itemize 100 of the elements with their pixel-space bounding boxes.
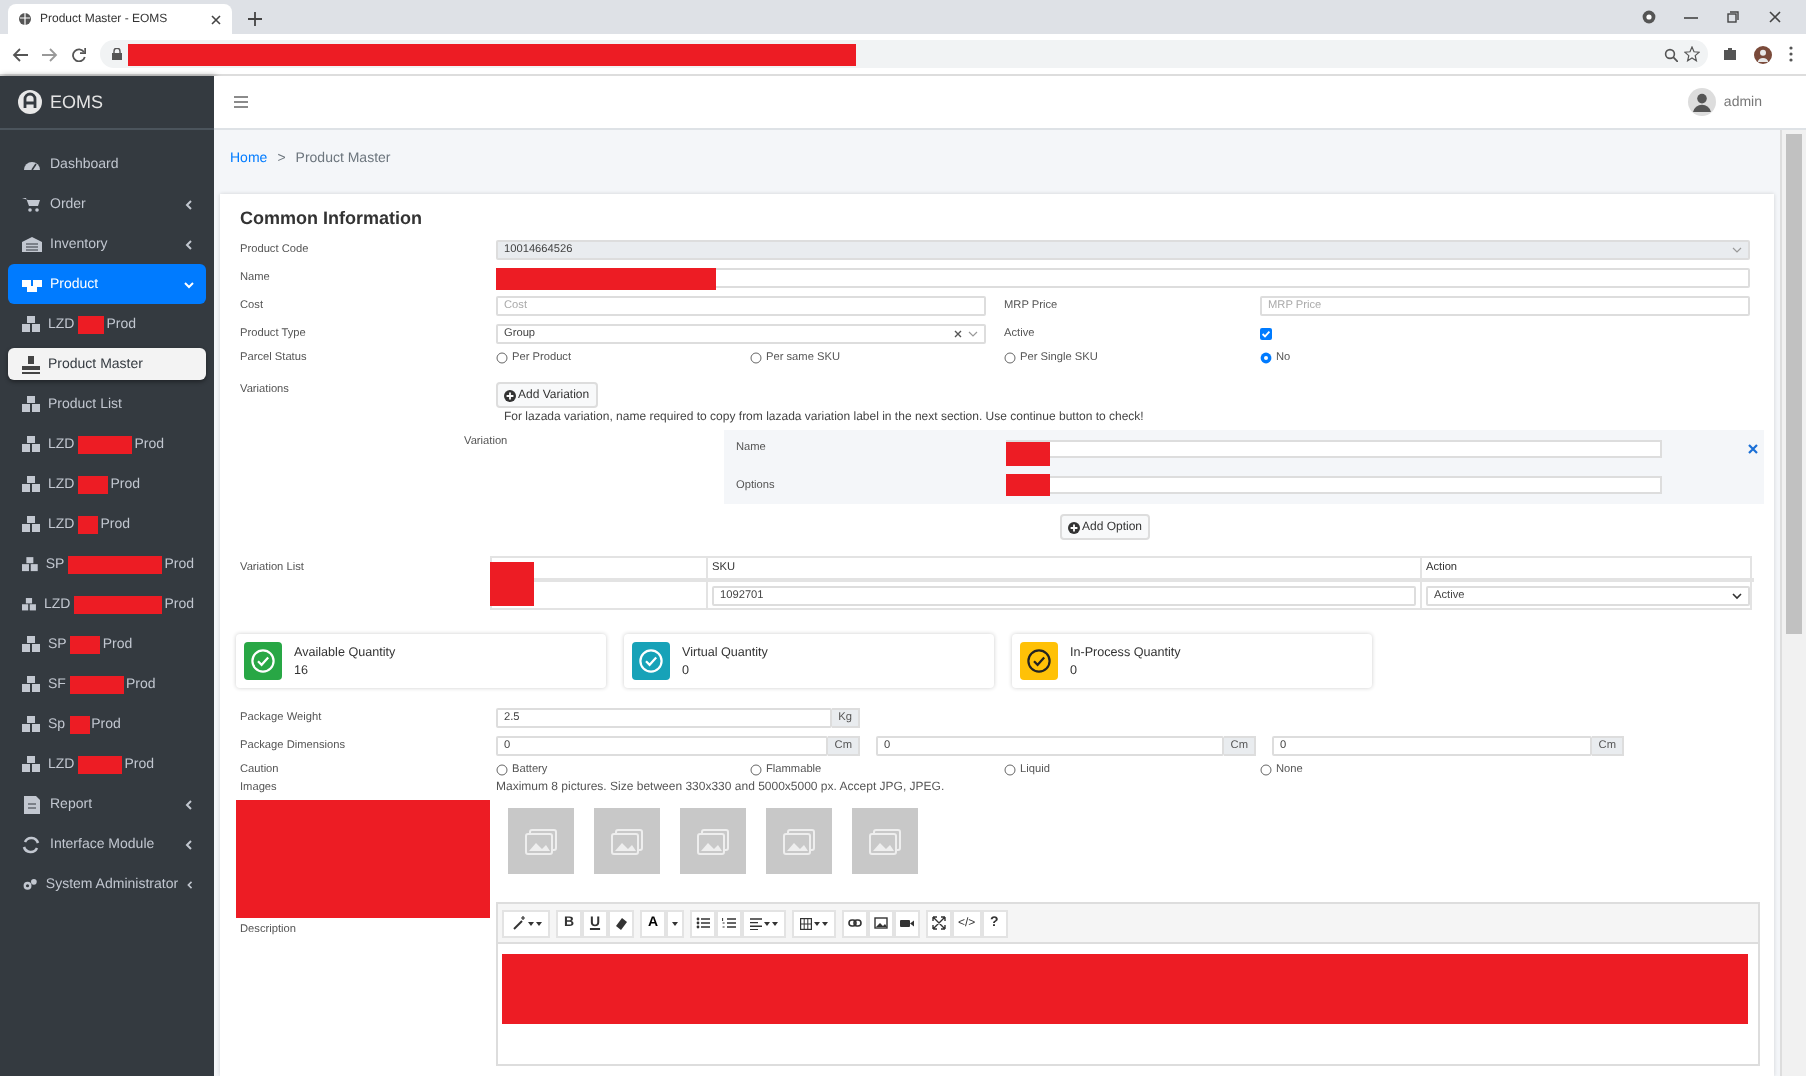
boxes-icon — [22, 475, 40, 493]
boxes-icon — [22, 755, 40, 773]
chevron-down-icon — [968, 330, 978, 338]
fullscreen-icon — [932, 916, 946, 930]
check-circle-icon — [638, 648, 664, 674]
radio-icon[interactable] — [1004, 352, 1016, 364]
zoom-icon[interactable] — [1664, 47, 1678, 61]
refresh-icon — [22, 835, 42, 853]
table-button[interactable] — [792, 909, 836, 937]
gears-icon — [22, 875, 38, 893]
close-icon[interactable] — [210, 13, 222, 25]
radio-icon[interactable] — [1004, 764, 1016, 776]
record-icon[interactable] — [1642, 10, 1656, 24]
document-icon — [22, 795, 42, 813]
checkbox-checked-icon[interactable] — [1260, 328, 1272, 340]
eraser-button[interactable] — [608, 909, 634, 937]
check-circle-icon — [250, 648, 276, 674]
radio-icon[interactable] — [496, 352, 508, 364]
redaction-mark — [78, 315, 105, 333]
image-icon — [696, 827, 730, 855]
bullet-list-button[interactable] — [690, 909, 716, 937]
globe-icon — [18, 12, 32, 26]
brand-name: EOMS — [50, 92, 104, 112]
redaction-mark — [70, 635, 101, 653]
close-icon[interactable] — [1748, 443, 1758, 454]
reload-icon[interactable] — [72, 47, 86, 61]
video-icon — [900, 916, 914, 930]
close-icon[interactable] — [1768, 10, 1782, 24]
star-icon[interactable] — [1684, 46, 1700, 62]
numbered-list-button[interactable] — [716, 909, 742, 937]
redaction-mark — [1006, 441, 1050, 466]
link-button[interactable] — [842, 909, 868, 937]
lock-icon — [112, 48, 122, 60]
table-icon — [800, 917, 812, 929]
boxes-icon — [22, 515, 40, 533]
radio-icon[interactable] — [496, 764, 508, 776]
name-field[interactable] — [496, 268, 1750, 288]
section-title: Common Information — [240, 208, 424, 228]
menu-icon[interactable] — [1788, 46, 1794, 62]
redaction-mark — [78, 515, 99, 533]
video-button[interactable] — [894, 909, 920, 937]
radio-icon[interactable] — [750, 764, 762, 776]
avatar-icon — [1687, 88, 1716, 116]
boxes-icon — [22, 435, 40, 453]
radio-icon[interactable] — [1260, 764, 1272, 776]
plus-icon — [504, 389, 516, 401]
cart-icon — [22, 195, 42, 213]
eraser-icon — [614, 916, 628, 930]
magic-icon — [511, 916, 525, 930]
image-icon — [524, 827, 558, 855]
boxes-icon — [22, 715, 40, 733]
clear-icon — [954, 330, 962, 338]
image-icon — [868, 827, 902, 855]
new-tab-icon[interactable] — [248, 12, 262, 26]
boxes-icon — [22, 395, 40, 413]
plus-icon — [1067, 521, 1080, 533]
check-circle-icon — [1026, 648, 1052, 674]
link-icon — [848, 916, 862, 930]
fullscreen-button[interactable] — [926, 909, 952, 937]
warehouse-icon — [22, 235, 42, 253]
numbered-list-icon — [722, 916, 736, 930]
redaction-mark — [74, 595, 163, 613]
image-icon — [610, 827, 644, 855]
menu-icon[interactable] — [234, 96, 248, 108]
picture-icon — [874, 916, 888, 930]
boxes-icon — [22, 275, 42, 293]
back-icon[interactable] — [12, 47, 28, 61]
redaction-mark — [69, 715, 90, 733]
image-icon — [782, 827, 816, 855]
boxes-icon — [22, 315, 40, 333]
color-dropdown-button[interactable] — [666, 909, 684, 937]
redaction-mark — [78, 435, 133, 453]
picture-button[interactable] — [868, 909, 894, 937]
align-icon — [750, 917, 762, 929]
redaction-mark — [68, 555, 163, 573]
caret-down-icon — [672, 921, 678, 925]
radio-selected-icon[interactable] — [1260, 352, 1272, 364]
redaction-mark — [78, 755, 123, 773]
boxes-icon — [22, 635, 40, 653]
variation-input[interactable] — [1006, 476, 1662, 495]
radio-icon[interactable] — [750, 352, 762, 364]
puzzle-icon[interactable] — [1722, 46, 1738, 62]
redaction-mark — [69, 675, 124, 693]
bullet-list-icon — [696, 916, 710, 930]
restore-icon[interactable] — [1726, 10, 1740, 24]
forward-icon[interactable] — [42, 47, 58, 61]
scrollbar[interactable] — [1780, 130, 1806, 1076]
boxes-icon — [22, 595, 36, 613]
chevron-down-icon — [1732, 246, 1742, 254]
chevron-down-icon — [1732, 591, 1742, 599]
style-button[interactable] — [502, 909, 550, 937]
boxes-icon — [22, 675, 40, 693]
redaction-mark — [1006, 474, 1050, 497]
stamp-icon — [22, 355, 40, 373]
redaction-mark — [490, 562, 534, 606]
align-button[interactable] — [742, 909, 786, 937]
logo-icon — [18, 90, 42, 114]
redaction-mark — [78, 475, 109, 493]
boxes-icon — [22, 555, 38, 573]
avatar-icon[interactable] — [1754, 45, 1772, 63]
